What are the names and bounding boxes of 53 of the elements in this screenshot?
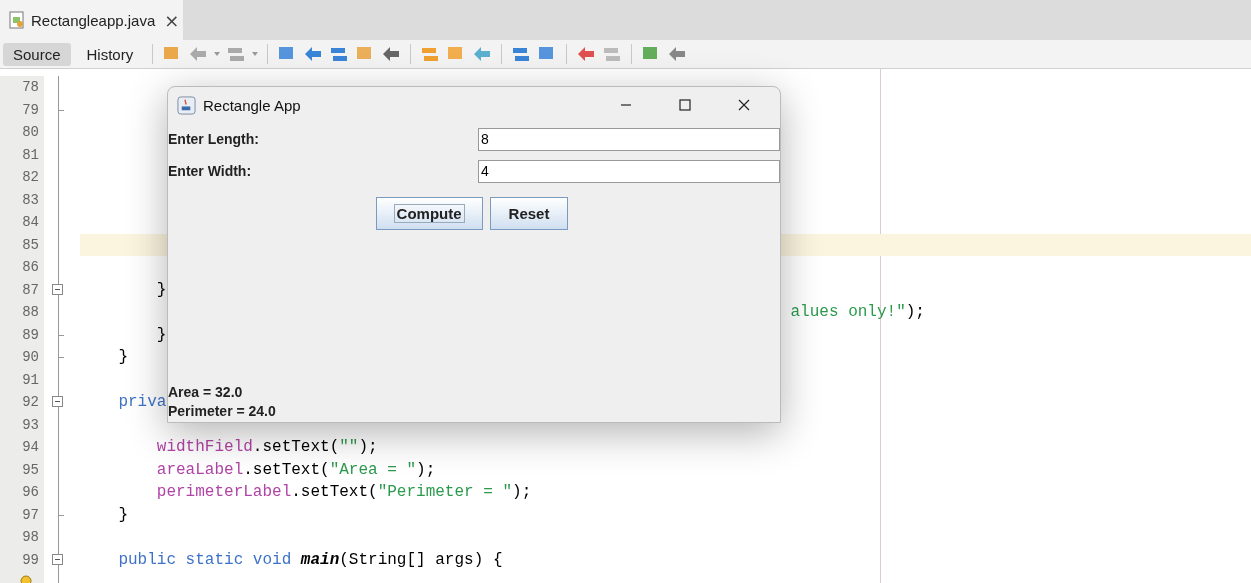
line-number: 85 (22, 236, 39, 253)
code-line: public static void main(String[] args) { (117, 550, 503, 569)
view-tab[interactable]: Source (3, 42, 71, 66)
fold-toggle-icon[interactable] (52, 283, 63, 295)
code-line: alues only!"); (789, 303, 925, 322)
file-tab[interactable]: Rectangleapp.java × (0, 0, 183, 40)
line-number: 86 (22, 259, 39, 276)
close-tab-button[interactable]: × (164, 9, 180, 31)
dropdown-arrow-icon[interactable] (252, 52, 259, 56)
result-label: Perimeter = 24.0 (168, 403, 277, 421)
code-line: } (117, 505, 128, 524)
line-number: 90 (22, 349, 39, 366)
line-number: 87 (22, 281, 39, 298)
input-field[interactable]: 4 (478, 159, 780, 183)
java-file-icon (8, 11, 26, 29)
line-number: 80 (22, 124, 39, 141)
code-line: widthField.setText(""); (155, 438, 378, 457)
line-number: 79 (22, 101, 39, 118)
line-number: 97 (22, 506, 39, 523)
dialog-title: Rectangle App (203, 96, 301, 114)
field-label: Enter Length: (168, 131, 260, 147)
compute-button[interactable]: Compute (375, 197, 483, 230)
code-line: } (117, 348, 128, 367)
line-number: 95 (22, 461, 39, 478)
line-number: 94 (22, 439, 39, 456)
line-number: 83 (22, 191, 39, 208)
line-number: 99 (22, 551, 39, 568)
code-line: priva (117, 393, 167, 412)
fold-toggle-icon[interactable] (52, 553, 63, 565)
view-tab[interactable]: History (76, 42, 144, 66)
code-line: areaLabel.setText("Area = "); (155, 460, 436, 479)
code-line: perimeterLabel.setText("Perimeter = "); (155, 483, 532, 502)
dropdown-arrow-icon[interactable] (214, 52, 221, 56)
java-cup-icon (177, 95, 196, 115)
input-field[interactable]: 8 (478, 127, 780, 151)
line-number: 98 (22, 529, 39, 546)
line-number: 96 (22, 484, 39, 501)
code-line: } (155, 280, 167, 299)
line-number: 89 (22, 326, 39, 343)
line-number: 93 (22, 416, 39, 433)
code-line: } (155, 325, 167, 344)
line-number: 91 (22, 371, 39, 388)
line-number: 92 (22, 394, 39, 411)
line-number: 82 (22, 169, 39, 186)
line-number: 78 (22, 79, 39, 96)
reset-button[interactable]: Reset (489, 197, 569, 230)
line-number: 81 (22, 146, 39, 163)
result-label: Area = 32.0 (168, 384, 244, 402)
line-number: 88 (22, 304, 39, 321)
fold-toggle-icon[interactable] (52, 396, 63, 407)
file-tab-title: Rectangleapp.java (31, 11, 156, 29)
line-number: 84 (22, 214, 39, 231)
field-label: Enter Width: (168, 163, 253, 179)
